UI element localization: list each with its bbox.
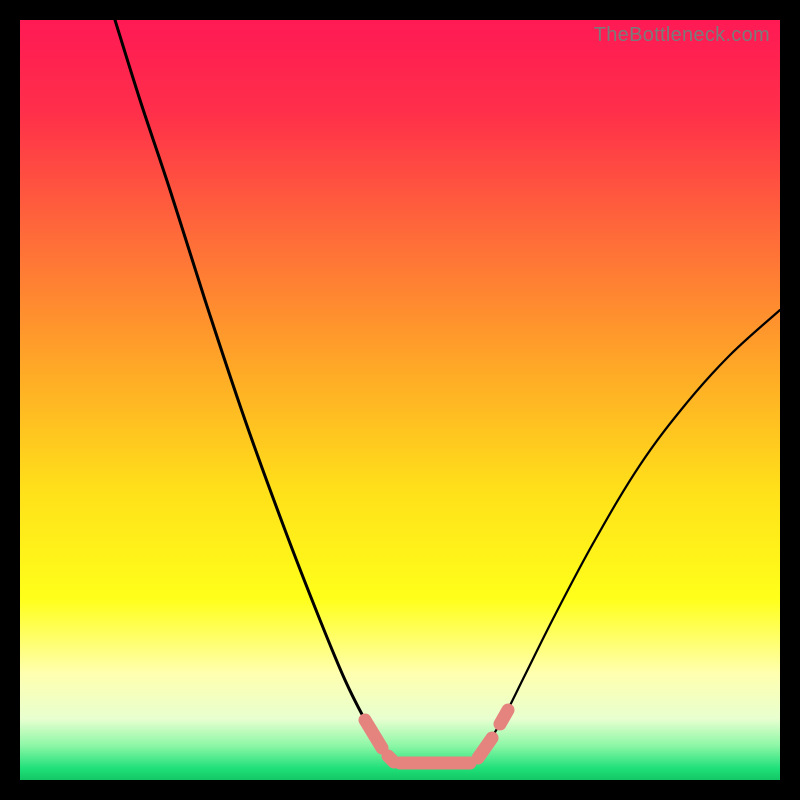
series-pink-segments-seg-4 xyxy=(500,710,508,724)
chart-frame: TheBottleneck.com xyxy=(20,20,780,780)
plot-svg xyxy=(20,20,780,780)
series-right-curve xyxy=(480,310,780,755)
watermark-text: TheBottleneck.com xyxy=(594,24,770,47)
series-left-curve xyxy=(115,20,390,755)
series-pink-segments-seg-0 xyxy=(365,720,382,748)
series-pink-segments-seg-3 xyxy=(478,738,492,758)
series-pink-segments-seg-1 xyxy=(388,756,394,762)
